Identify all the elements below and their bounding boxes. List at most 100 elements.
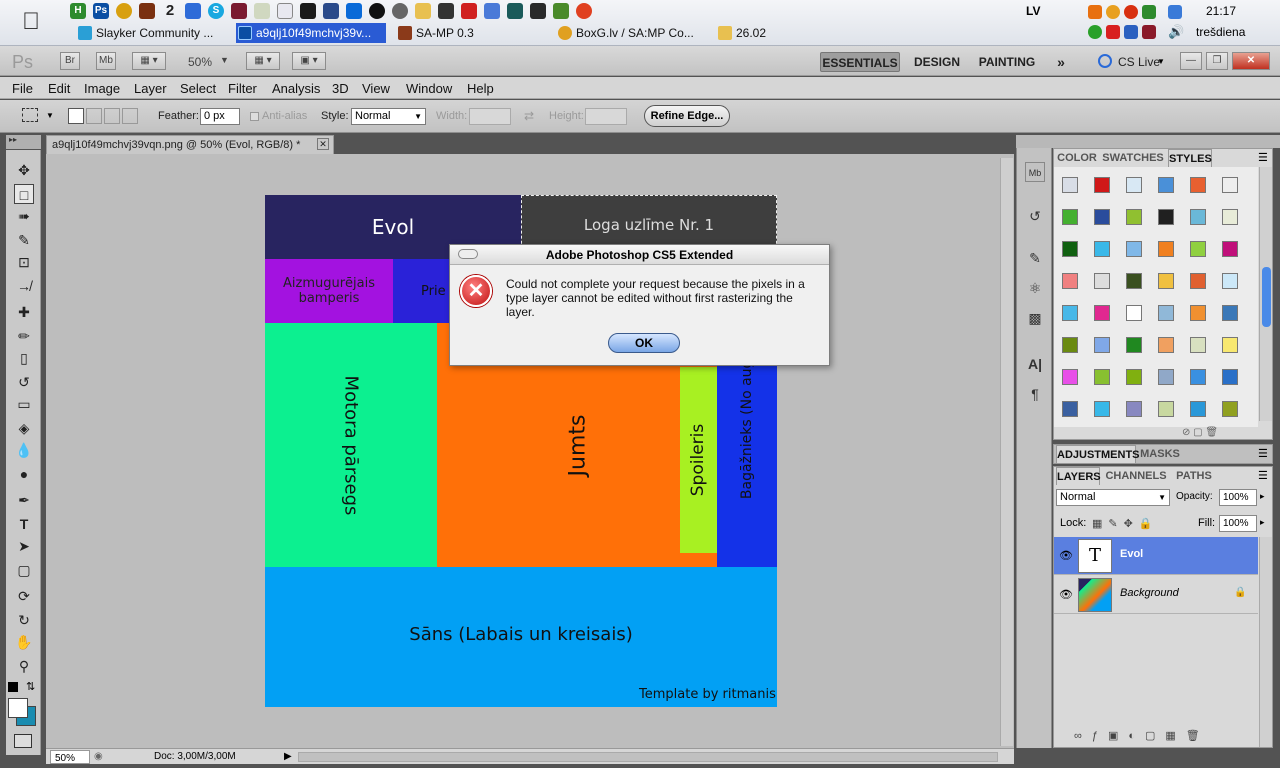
- style-swatch[interactable]: [1222, 305, 1238, 321]
- healing-brush-tool-icon[interactable]: ✚: [14, 302, 34, 322]
- app-icon[interactable]: [300, 3, 316, 19]
- app-icon[interactable]: [507, 3, 523, 19]
- layer-row-background[interactable]: 👁 Background 🔒: [1054, 576, 1258, 614]
- app-icon[interactable]: 2: [162, 3, 178, 19]
- opacity-input[interactable]: 100%: [1219, 489, 1257, 506]
- chevron-down-icon[interactable]: ▼: [46, 111, 54, 120]
- ok-button[interactable]: OK: [608, 333, 680, 353]
- style-swatch[interactable]: [1094, 337, 1110, 353]
- menu-image[interactable]: Image: [84, 81, 120, 96]
- paragraph-panel-icon[interactable]: ¶: [1025, 384, 1045, 404]
- style-swatch[interactable]: [1062, 177, 1078, 193]
- skype-icon[interactable]: S: [208, 3, 224, 19]
- style-swatch[interactable]: [1126, 241, 1142, 257]
- fill-input[interactable]: 100%: [1219, 515, 1257, 532]
- dialog-menu-icon[interactable]: [458, 249, 478, 259]
- bridge-button[interactable]: Br: [60, 52, 80, 70]
- style-swatch[interactable]: [1222, 273, 1238, 289]
- clone-source-panel-icon[interactable]: ⚛: [1025, 278, 1045, 298]
- swap-icon[interactable]: ⇄: [524, 109, 534, 123]
- tab-masks[interactable]: MASKS: [1140, 445, 1180, 463]
- style-swatch[interactable]: [1094, 241, 1110, 257]
- app-icon[interactable]: [369, 3, 385, 19]
- menu-window[interactable]: Window: [406, 81, 452, 96]
- add-selection-icon[interactable]: [86, 108, 102, 124]
- style-swatch[interactable]: [1062, 401, 1078, 417]
- history-brush-tool-icon[interactable]: ↺: [14, 372, 34, 392]
- zoom-level[interactable]: 50%: [188, 55, 212, 69]
- tab-paths[interactable]: PATHS: [1172, 467, 1216, 485]
- style-swatch[interactable]: [1094, 177, 1110, 193]
- style-swatch[interactable]: [1126, 401, 1142, 417]
- chevron-down-icon[interactable]: ▼: [220, 55, 229, 65]
- panel-menu-icon[interactable]: ☰: [1258, 469, 1268, 482]
- quick-selection-tool-icon[interactable]: ✎: [14, 230, 34, 250]
- apple-icon[interactable]: : [22, 8, 40, 36]
- screen-mode-button[interactable]: ▣ ▾: [292, 52, 326, 70]
- pen-tool-icon[interactable]: ✒: [14, 490, 34, 510]
- style-swatch[interactable]: [1222, 209, 1238, 225]
- minibridge-panel-icon[interactable]: Mb: [1025, 162, 1045, 182]
- dodge-tool-icon[interactable]: ●: [14, 464, 34, 484]
- status-zoom[interactable]: 50%: [50, 750, 90, 764]
- workspace-essentials[interactable]: ESSENTIALS: [820, 52, 900, 72]
- workspace-design[interactable]: DESIGN: [910, 52, 964, 72]
- vertical-scrollbar[interactable]: [1000, 158, 1013, 746]
- volume-icon[interactable]: 🔊: [1168, 24, 1184, 40]
- style-swatch[interactable]: [1158, 273, 1174, 289]
- subtract-selection-icon[interactable]: [104, 108, 120, 124]
- style-swatch[interactable]: [1190, 337, 1206, 353]
- status-arrow-icon[interactable]: ▶: [284, 749, 292, 764]
- fill-arrow-icon[interactable]: ▸: [1260, 517, 1265, 528]
- brush-tool-icon[interactable]: ✏: [14, 326, 34, 346]
- style-swatch[interactable]: [1094, 401, 1110, 417]
- tray-icon[interactable]: [1142, 5, 1156, 19]
- foreground-color-swatch[interactable]: [8, 698, 28, 718]
- style-swatch[interactable]: [1158, 305, 1174, 321]
- tab-adjustments[interactable]: ADJUSTMENTS: [1056, 445, 1140, 463]
- style-delete-icon[interactable]: ⊘ ▢ 🗑: [1182, 427, 1218, 438]
- layer-row-evol[interactable]: 👁 T Evol: [1054, 537, 1258, 575]
- app-icon[interactable]: [484, 3, 500, 19]
- path-selection-tool-icon[interactable]: ➤: [14, 536, 34, 556]
- task-item[interactable]: 26.02: [716, 23, 806, 43]
- style-swatch[interactable]: [1222, 369, 1238, 385]
- brushes-panel-icon[interactable]: ✎: [1025, 248, 1045, 268]
- minibridge-button[interactable]: Mb: [96, 52, 116, 70]
- style-swatch[interactable]: [1158, 209, 1174, 225]
- eye-icon[interactable]: 👁: [1058, 548, 1074, 564]
- task-item[interactable]: Slayker Community ...: [76, 23, 222, 43]
- menu-file[interactable]: File: [12, 81, 33, 96]
- crop-tool-icon[interactable]: ⊡: [14, 252, 34, 272]
- marquee-preset-icon[interactable]: [22, 108, 38, 122]
- style-swatch[interactable]: [1126, 177, 1142, 193]
- menu-layer[interactable]: Layer: [134, 81, 167, 96]
- tab-styles[interactable]: STYLES: [1168, 149, 1212, 167]
- task-item[interactable]: BoxG.lv / SA:MP Co...: [556, 23, 706, 43]
- app-icon[interactable]: [461, 3, 477, 19]
- tray-icon[interactable]: [1088, 5, 1102, 19]
- quicklaunch-icon[interactable]: H: [70, 3, 86, 19]
- app-icon[interactable]: [277, 3, 293, 19]
- style-select[interactable]: Normal ▼: [351, 108, 426, 125]
- style-swatch[interactable]: [1222, 241, 1238, 257]
- 3d-orbit-tool-icon[interactable]: ↻: [14, 610, 34, 630]
- layers-scrollbar[interactable]: [1259, 537, 1272, 747]
- style-swatch[interactable]: [1190, 401, 1206, 417]
- feather-input[interactable]: 0 px: [200, 108, 240, 125]
- app-icon[interactable]: [254, 3, 270, 19]
- history-panel-icon[interactable]: ↺: [1025, 206, 1045, 226]
- style-swatch[interactable]: [1222, 177, 1238, 193]
- minimize-button[interactable]: —: [1180, 52, 1202, 70]
- close-tab-icon[interactable]: ✕: [317, 138, 329, 150]
- style-swatch[interactable]: [1190, 209, 1206, 225]
- tray-icon[interactable]: [1106, 25, 1120, 39]
- style-swatch[interactable]: [1094, 369, 1110, 385]
- style-swatch[interactable]: [1222, 401, 1238, 417]
- eye-icon[interactable]: 👁: [1058, 587, 1074, 603]
- blur-tool-icon[interactable]: 💧: [14, 440, 34, 460]
- tray-icon[interactable]: [1106, 5, 1120, 19]
- refine-edge-button[interactable]: Refine Edge...: [644, 105, 730, 127]
- tab-color[interactable]: COLOR: [1056, 149, 1098, 167]
- default-colors-icon[interactable]: [8, 682, 18, 692]
